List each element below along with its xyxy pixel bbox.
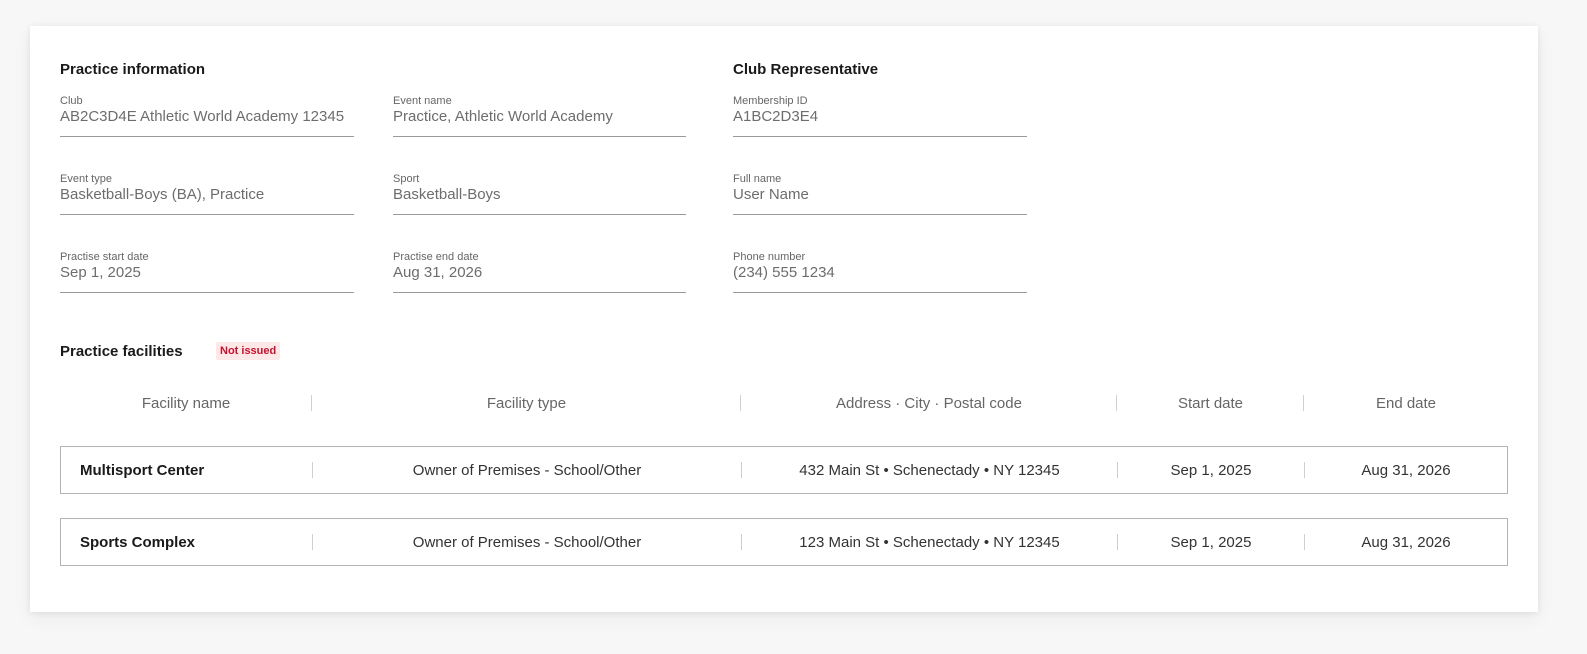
column-header-facility-name: Facility name — [141, 394, 231, 412]
club-field: Club AB2C3D4E Athletic World Academy 123… — [60, 95, 354, 137]
facility-type-cell: Owner of Premises - School/Other — [412, 461, 642, 479]
club-label: Club — [60, 95, 83, 107]
full-name-label: Full name — [733, 173, 782, 185]
facility-name-cell: Multisport Center — [80, 461, 205, 479]
membership-id-field: Membership ID A1BC2D3E4 — [733, 95, 1027, 137]
practice-facilities-heading: Practice facilities — [60, 343, 183, 360]
membership-id-value: A1BC2D3E4 — [733, 108, 819, 125]
practise-start-date-value: Sep 1, 2025 — [60, 264, 141, 281]
event-type-value: Basketball-Boys (BA), Practice — [60, 186, 265, 203]
phone-number-field: Phone number (234) 555 1234 — [733, 251, 1027, 293]
table-row[interactable]: Multisport Center Owner of Premises - Sc… — [60, 446, 1508, 494]
event-name-value: Practice, Athletic World Academy — [393, 108, 613, 125]
event-type-label: Event type — [60, 173, 112, 185]
column-header-end-date: End date — [1375, 394, 1437, 412]
facility-name-cell: Sports Complex — [80, 533, 196, 551]
table-row[interactable]: Sports Complex Owner of Premises - Schoo… — [60, 518, 1508, 566]
end-date-cell: Aug 31, 2026 — [1361, 533, 1451, 551]
practise-start-date-field: Practise start date Sep 1, 2025 — [60, 251, 354, 293]
practice-information-heading: Practice information — [60, 61, 206, 78]
phone-number-value: (234) 555 1234 — [733, 264, 835, 281]
sport-value: Basketball-Boys — [393, 186, 501, 203]
phone-number-label: Phone number — [733, 251, 806, 263]
start-date-cell: Sep 1, 2025 — [1170, 461, 1252, 479]
practise-end-date-label: Practise end date — [393, 251, 479, 263]
practise-end-date-value: Aug 31, 2026 — [393, 264, 483, 281]
not-issued-status-badge: Not issued — [216, 342, 281, 360]
club-value: AB2C3D4E Athletic World Academy 12345 — [60, 108, 345, 125]
practice-details-card: Practice information Club AB2C3D4E Athle… — [30, 26, 1538, 612]
facilities-table-header: Facility name Facility type Address · Ci… — [60, 386, 1508, 420]
event-type-field: Event type Basketball-Boys (BA), Practic… — [60, 173, 354, 215]
end-date-cell: Aug 31, 2026 — [1361, 461, 1451, 479]
event-name-field: Event name Practice, Athletic World Acad… — [393, 95, 686, 137]
membership-id-label: Membership ID — [733, 95, 808, 107]
full-name-field: Full name User Name — [733, 173, 1027, 215]
practise-start-date-label: Practise start date — [60, 251, 149, 263]
practise-end-date-field: Practise end date Aug 31, 2026 — [393, 251, 686, 293]
full-name-value: User Name — [733, 186, 809, 203]
event-name-label: Event name — [393, 95, 452, 107]
address-cell: 432 Main St • Schenectady • NY 12345 — [799, 461, 1060, 479]
start-date-cell: Sep 1, 2025 — [1170, 533, 1252, 551]
facility-type-cell: Owner of Premises - School/Other — [412, 533, 642, 551]
column-header-address: Address · City · Postal code — [836, 394, 1022, 412]
column-header-start-date: Start date — [1177, 394, 1244, 412]
sport-label: Sport — [393, 173, 420, 185]
column-header-facility-type: Facility type — [486, 394, 567, 412]
address-cell: 123 Main St • Schenectady • NY 12345 — [799, 533, 1060, 551]
sport-field: Sport Basketball-Boys — [393, 173, 686, 215]
club-representative-heading: Club Representative — [733, 61, 879, 78]
